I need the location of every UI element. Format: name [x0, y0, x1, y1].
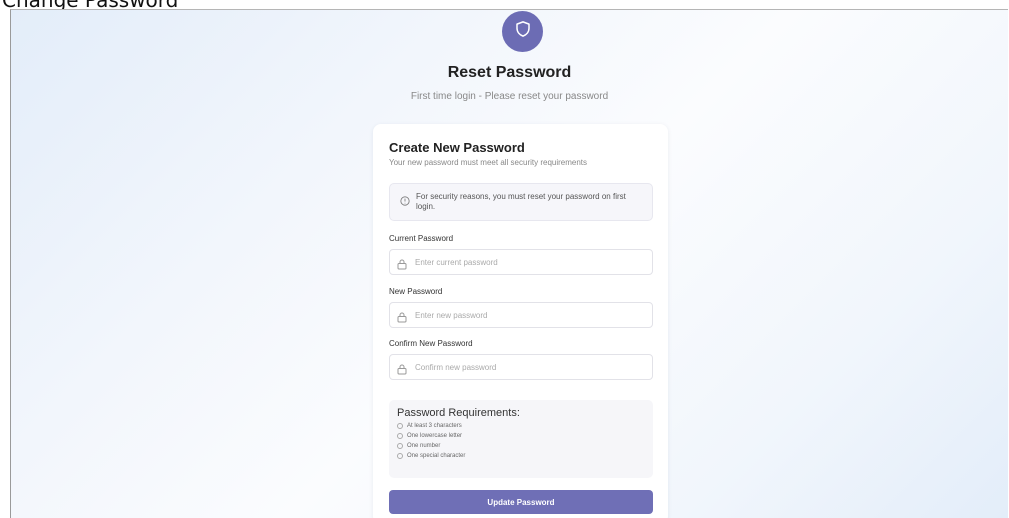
requirements-title: Password Requirements:	[397, 407, 520, 419]
info-icon	[400, 193, 410, 211]
current-password-label: Current Password	[389, 234, 454, 243]
app-window: Reset Password First time login - Please…	[10, 9, 1008, 518]
password-requirements: Password Requirements: At least 3 charac…	[389, 400, 653, 478]
requirement-item: One lowercase letter	[397, 431, 465, 441]
circle-icon	[397, 443, 403, 449]
requirements-list: At least 3 characters One lowercase lett…	[397, 421, 465, 461]
requirement-item: At least 3 characters	[397, 421, 465, 431]
requirement-label: One special character	[407, 453, 466, 459]
security-notice: For security reasons, you must reset you…	[389, 183, 653, 221]
requirement-item: One special character	[397, 451, 465, 461]
new-password-field[interactable]	[389, 302, 653, 328]
confirm-password-label: Confirm New Password	[389, 339, 473, 348]
requirement-label: At least 3 characters	[407, 423, 462, 429]
requirement-item: One number	[397, 441, 465, 451]
circle-icon	[397, 433, 403, 439]
current-password-field[interactable]	[389, 249, 653, 275]
current-password-input[interactable]	[415, 254, 640, 270]
circle-icon	[397, 423, 403, 429]
confirm-password-input[interactable]	[415, 359, 640, 375]
new-password-input[interactable]	[415, 307, 640, 323]
lock-icon	[397, 310, 407, 328]
new-password-label: New Password	[389, 287, 443, 296]
lock-icon	[397, 257, 407, 275]
requirement-label: One number	[407, 443, 441, 449]
lock-icon	[397, 362, 407, 380]
shield-badge	[502, 11, 543, 52]
page-subtitle: First time login - Please reset your pas…	[410, 91, 609, 102]
card-title: Create New Password	[389, 140, 525, 155]
page-title: Reset Password	[447, 64, 572, 81]
confirm-password-field[interactable]	[389, 354, 653, 380]
card-description: Your new password must meet all security…	[389, 158, 588, 167]
circle-icon	[397, 453, 403, 459]
security-notice-text: For security reasons, you must reset you…	[416, 192, 626, 211]
reset-password-card: Create New Password Your new password mu…	[373, 124, 668, 518]
update-password-button[interactable]: Update Password	[389, 490, 653, 514]
requirement-label: One lowercase letter	[407, 433, 463, 439]
shield-icon	[514, 20, 532, 43]
